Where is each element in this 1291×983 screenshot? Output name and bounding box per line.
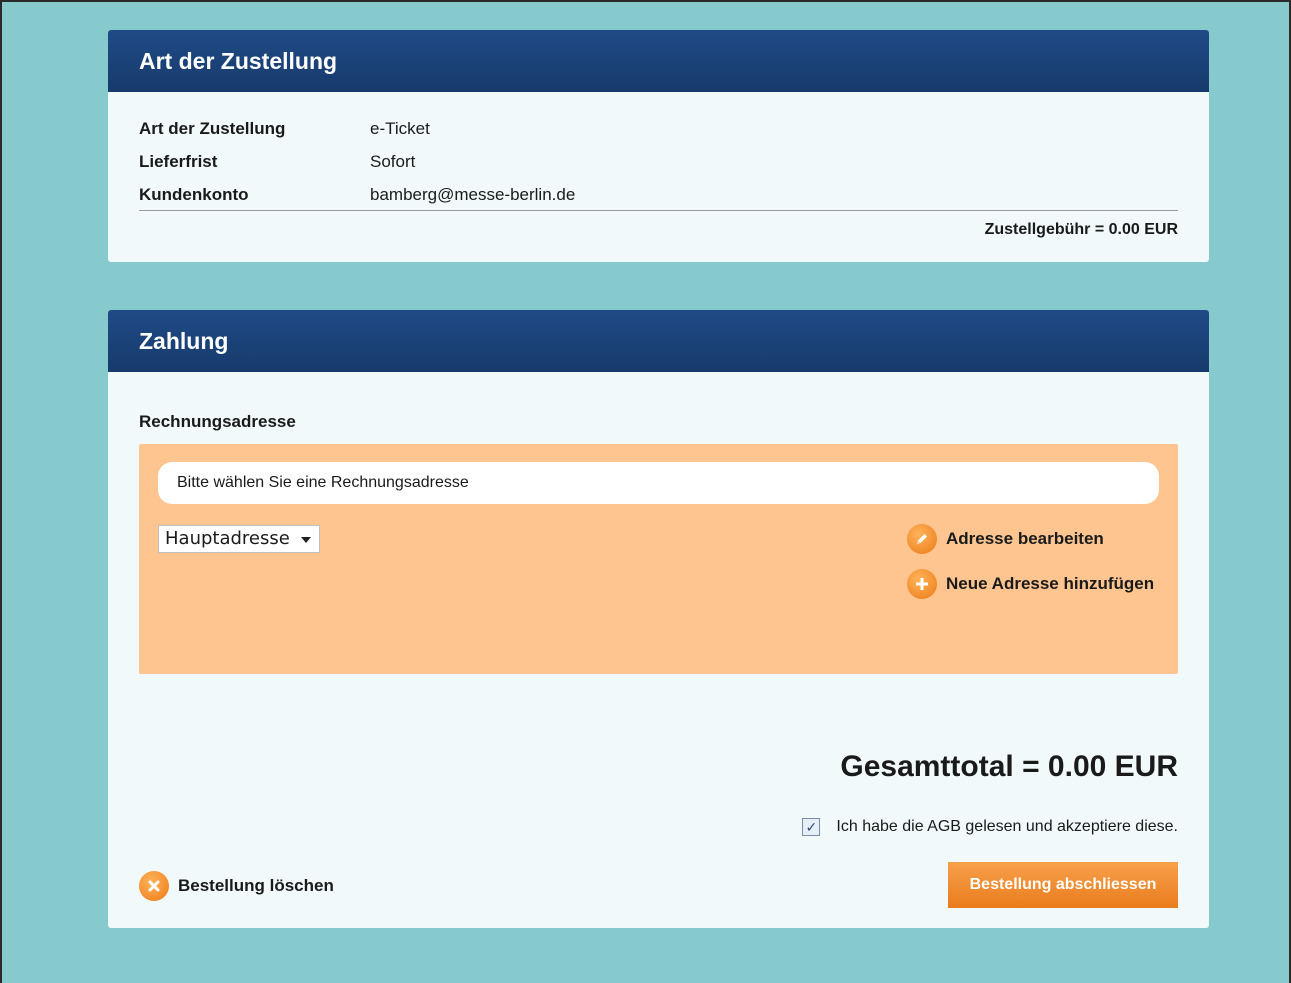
divider [139, 210, 1178, 211]
add-address-link[interactable]: Neue Adresse hinzufügen [907, 569, 1154, 599]
delete-order-label: Bestellung löschen [178, 876, 334, 895]
info-value: bamberg@messe-berlin.de [370, 184, 576, 204]
info-label: Art der Zustellung [139, 118, 286, 138]
info-value: e-Ticket [370, 118, 430, 138]
delete-order-link[interactable]: Bestellung löschen [139, 871, 334, 901]
info-row-delivery-type: Art der Zustellung e-Ticket [139, 112, 575, 145]
address-select[interactable]: Hauptadresse [158, 525, 320, 553]
pencil-icon [907, 524, 937, 554]
close-icon [139, 871, 169, 901]
payment-header: Zahlung [108, 310, 1209, 372]
address-prompt: Bitte wählen Sie eine Rechnungsadresse [158, 462, 1159, 504]
chevron-down-icon [301, 537, 311, 543]
info-row-delivery-time: Lieferfrist Sofort [139, 145, 575, 178]
agb-checkbox[interactable]: ✓ [802, 818, 821, 836]
plus-icon [907, 569, 937, 599]
delivery-fee: Zustellgebühr = 0.00 EUR [984, 221, 1178, 238]
info-label: Kundenkonto [139, 184, 249, 204]
payment-panel: Zahlung Rechnungsadresse Bitte wählen Si… [108, 310, 1209, 928]
submit-order-button[interactable]: Bestellung abschliessen [948, 862, 1178, 908]
agb-label: Ich habe die AGB gelesen und akzeptiere … [836, 818, 1178, 835]
delivery-info-table: Art der Zustellung e-Ticket Lieferfrist … [139, 112, 575, 211]
grand-total: Gesamttotal = 0.00 EUR [840, 750, 1178, 783]
delivery-panel: Art der Zustellung Art der Zustellung e-… [108, 30, 1209, 262]
edit-address-link[interactable]: Adresse bearbeiten [907, 524, 1104, 554]
delivery-header: Art der Zustellung [108, 30, 1209, 92]
edit-address-label: Adresse bearbeiten [946, 529, 1104, 548]
billing-address-label: Rechnungsadresse [139, 412, 296, 431]
info-row-customer-account: Kundenkonto bamberg@messe-berlin.de [139, 178, 575, 211]
billing-address-box: Bitte wählen Sie eine Rechnungsadresse H… [139, 444, 1178, 674]
info-value: Sofort [370, 151, 416, 171]
agb-consent: ✓ Ich habe die AGB gelesen und akzeptier… [802, 818, 1178, 836]
address-select-value: Hauptadresse [165, 528, 290, 549]
info-label: Lieferfrist [139, 151, 218, 171]
add-address-label: Neue Adresse hinzufügen [946, 574, 1155, 593]
